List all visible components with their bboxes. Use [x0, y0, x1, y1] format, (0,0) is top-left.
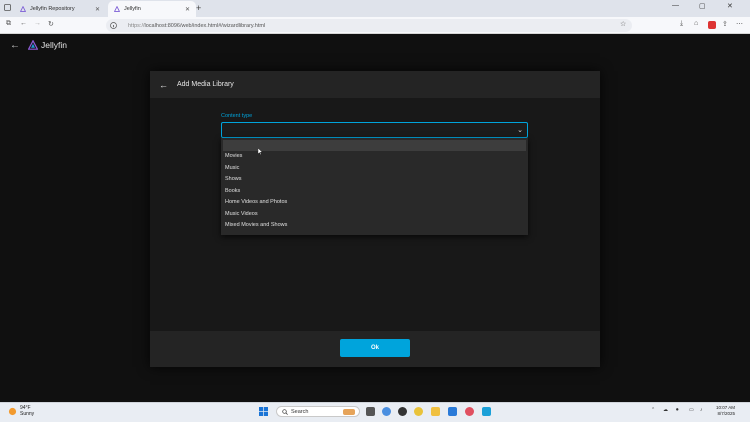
add-media-library-dialog: ← Add Media Library Content type ⌄ Movie… [150, 71, 600, 367]
close-tab-icon[interactable]: ✕ [185, 6, 190, 13]
dialog-back-icon[interactable]: ← [159, 80, 168, 90]
weather-widget[interactable]: 94°F Sunny [8, 405, 34, 417]
taskbar-search-box[interactable]: Search [276, 406, 360, 417]
address-bar[interactable]: https://localhost:8096/web/index.html#/w… [106, 19, 632, 32]
refresh-icon[interactable]: ↻ [48, 20, 54, 28]
close-tab-icon[interactable]: ✕ [95, 6, 100, 13]
microphone-icon[interactable]: ⏺ [676, 407, 679, 413]
search-icon [282, 408, 288, 415]
site-info-icon[interactable] [110, 22, 117, 29]
back-arrow-icon[interactable]: ← [10, 40, 20, 51]
snipping-tool-icon[interactable] [482, 407, 491, 416]
search-placeholder: Search [291, 408, 309, 415]
app-icon[interactable] [398, 407, 407, 416]
content-type-select[interactable]: ⌄ [221, 122, 528, 138]
tab-jellyfin-repository[interactable]: Jellyfin Repository ✕ [14, 1, 106, 17]
chevron-down-icon: ⌄ [517, 127, 523, 134]
taskbar-clock[interactable]: 10:07 AM 8/7/2025 [716, 405, 735, 417]
downloads-icon[interactable]: ⤓ [680, 20, 683, 28]
sun-icon [8, 407, 17, 415]
jellyfin-brand[interactable]: Jellyfin [28, 40, 67, 50]
dialog-header: ← Add Media Library [150, 71, 600, 98]
more-menu-icon[interactable]: ⋯ [736, 20, 743, 28]
search-highlight-icon [343, 408, 355, 415]
app-header [0, 34, 750, 58]
tab-jellyfin[interactable]: Jellyfin ✕ [108, 1, 196, 17]
browser-menu-icon[interactable] [4, 4, 11, 11]
url-scheme: https:// [128, 22, 145, 29]
back-icon[interactable]: ← [20, 20, 27, 27]
favorite-star-icon[interactable]: ☆ [620, 20, 626, 28]
extension-badge-icon[interactable] [708, 21, 716, 29]
display-icon[interactable]: ▭ [689, 407, 694, 413]
brand-name: Jellyfin [41, 40, 67, 50]
windows-start-icon[interactable] [259, 407, 268, 416]
jellyfin-favicon-icon [20, 6, 26, 12]
jellyfin-logo-icon [28, 40, 38, 50]
windows-taskbar [0, 402, 750, 422]
store-icon[interactable] [448, 407, 457, 416]
dropdown-option-movies[interactable]: Movies [225, 153, 242, 159]
dropdown-option-music-videos[interactable]: Music Videos [225, 211, 258, 217]
copilot-icon[interactable] [382, 407, 391, 416]
tray-overflow-icon[interactable]: ⌃ [651, 407, 655, 413]
dropdown-option-shows[interactable]: Shows [225, 176, 242, 182]
cloud-icon[interactable]: ☁ [663, 407, 668, 413]
browser-app-icon[interactable] [465, 407, 474, 416]
dropdown-option-empty[interactable] [223, 140, 526, 151]
content-type-label: Content type [221, 113, 253, 119]
minimize-button[interactable]: — [672, 2, 679, 9]
dropdown-option-home-videos[interactable]: Home Videos and Photos [225, 199, 287, 205]
maximize-button[interactable]: ▢ [699, 2, 706, 10]
url-text: localhost:8096/web/index.html#/wizardlib… [144, 22, 266, 29]
volume-icon[interactable]: ♪ [700, 407, 703, 413]
forward-icon[interactable]: → [34, 20, 41, 27]
task-view-icon[interactable] [366, 407, 375, 416]
chrome-icon[interactable] [414, 407, 423, 416]
close-window-button[interactable]: ✕ [727, 2, 733, 10]
weather-desc: Sunny [20, 411, 35, 417]
dialog-title: Add Media Library [177, 81, 234, 88]
tab-label: Jellyfin Repository [30, 6, 75, 12]
tab-actions-icon[interactable]: ⧉ [6, 20, 11, 28]
tab-label: Jellyfin [124, 6, 141, 12]
clock-date: 8/7/2025 [717, 411, 736, 416]
jellyfin-favicon-icon [114, 6, 120, 12]
dropdown-option-mixed[interactable]: Mixed Movies and Shows [225, 222, 287, 228]
file-explorer-icon[interactable] [431, 407, 440, 416]
extensions-icon[interactable]: ⌂ [694, 20, 698, 27]
dropdown-option-books[interactable]: Books [225, 188, 240, 194]
new-tab-button[interactable]: + [196, 3, 201, 13]
content-type-dropdown: Movies Music Shows Books Home Videos and… [221, 138, 528, 235]
mouse-cursor-icon [258, 148, 263, 155]
share-icon[interactable]: ⇪ [722, 20, 728, 28]
dropdown-option-music[interactable]: Music [225, 165, 239, 171]
ok-button[interactable]: Ok [340, 339, 410, 357]
